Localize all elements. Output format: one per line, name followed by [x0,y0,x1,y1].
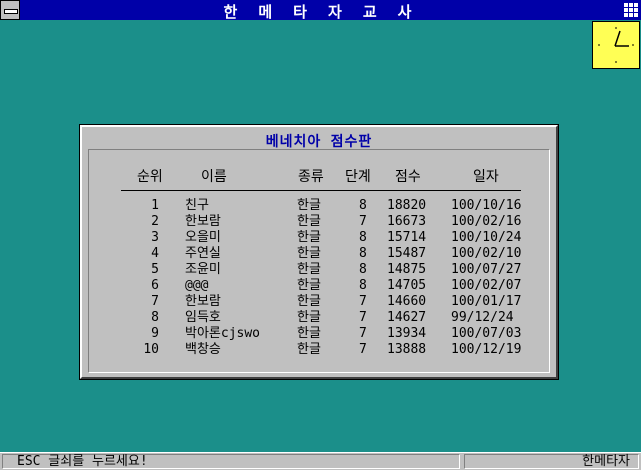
cell-score: 18820 [387,198,427,213]
cell-kind: 한글 [297,214,321,229]
dialog-title: 베네치아 점수판 [265,134,373,150]
header-rank: 순위 [137,169,163,185]
cell-date: 100/12/19 [451,342,522,357]
cell-date: 99/12/24 [451,310,514,325]
cell-kind: 한글 [297,310,321,325]
cell-kind: 한글 [297,262,321,277]
cell-score: 15487 [387,246,427,261]
cell-date: 100/10/24 [451,230,522,245]
status-bar: ESC 글쇠를 누르세요! 한메타자 [0,452,641,470]
cell-name: 한보람 [185,294,221,309]
cell-score: 14627 [387,310,427,325]
cell-score: 13934 [387,326,427,341]
cell-name: 조윤미 [185,262,221,277]
table-row: 1 친구 한글 8 18820 100/10/16 [89,198,549,214]
cell-score: 16673 [387,214,427,229]
cell-score: 13888 [387,342,427,357]
header-score: 점수 [395,169,421,185]
cell-kind: 한글 [297,294,321,309]
cell-date: 100/07/03 [451,326,522,341]
cell-rank: 2 [151,214,159,229]
cell-kind: 한글 [297,230,321,245]
cell-date: 100/01/17 [451,294,522,309]
cell-level: 8 [359,262,367,277]
app-title: 한 메 타 자 교 사 [223,3,418,21]
cell-level: 8 [359,246,367,261]
title-bar: 한 메 타 자 교 사 [0,0,641,21]
table-row: 2 한보람 한글 7 16673 100/02/16 [89,214,549,230]
cell-rank: 7 [151,294,159,309]
cell-name: 친구 [185,198,209,213]
cell-score: 15714 [387,230,427,245]
table-row: 9 박아론cjswo 한글 7 13934 100/07/03 [89,326,549,342]
cell-date: 100/02/16 [451,214,522,229]
cell-rank: 1 [151,198,159,213]
cell-level: 8 [359,230,367,245]
cell-kind: 한글 [297,198,321,213]
cell-level: 7 [359,294,367,309]
cell-rank: 9 [151,326,159,341]
table-row: 6 @@@ 한글 8 14705 100/02/07 [89,278,549,294]
cell-date: 100/10/16 [451,198,522,213]
table-row: 3 오을미 한글 8 15714 100/10/24 [89,230,549,246]
cell-name: 박아론cjswo [185,326,261,341]
cell-rank: 8 [151,310,159,325]
header-level: 단계 [345,169,371,185]
cell-date: 100/02/07 [451,278,522,293]
cell-score: 14660 [387,294,427,309]
header-name: 이름 [201,169,227,185]
cell-level: 7 [359,342,367,357]
cell-rank: 3 [151,230,159,245]
grid-menu-icon[interactable] [624,3,638,17]
cell-date: 100/07/27 [451,262,522,277]
header-divider [121,190,521,191]
status-app-name: 한메타자 [464,454,639,469]
scoreboard-dialog: 베네치아 점수판 순위 이름 종류 단계 점수 일자 1 친구 한글 8 18820 10… [79,124,559,380]
table-row: 7 한보람 한글 7 14660 100/01/17 [89,294,549,310]
cell-name: 백창승 [185,342,221,357]
header-kind: 종류 [298,169,324,185]
table-row: 4 주연실 한글 8 15487 100/02/10 [89,246,549,262]
cell-rank: 5 [151,262,159,277]
cell-level: 7 [359,326,367,341]
cell-rank: 10 [143,342,159,357]
cell-name: 오을미 [185,230,221,245]
table-row: 8 임득호 한글 7 14627 99/12/24 [89,310,549,326]
cell-name: 한보람 [185,214,221,229]
cell-level: 8 [359,198,367,213]
cell-kind: 한글 [297,342,321,357]
cell-rank: 4 [151,246,159,261]
cell-score: 14875 [387,262,427,277]
cell-level: 7 [359,214,367,229]
table-row: 10 백창승 한글 7 13888 100/12/19 [89,342,549,358]
cell-date: 100/02/10 [451,246,522,261]
cell-level: 8 [359,278,367,293]
cell-kind: 한글 [297,326,321,341]
score-table: 순위 이름 종류 단계 점수 일자 1 친구 한글 8 18820 100/10/16 2 한… [88,149,550,373]
cell-level: 7 [359,310,367,325]
cell-score: 14705 [387,278,427,293]
cell-name: 주연실 [185,246,221,261]
cell-name: @@@ [185,278,209,293]
status-hint: ESC 글쇠를 누르세요! [2,454,460,469]
cell-kind: 한글 [297,278,321,293]
header-date: 일자 [473,169,499,185]
table-row: 5 조윤미 한글 8 14875 100/07/27 [89,262,549,278]
cell-kind: 한글 [297,246,321,261]
cell-name: 임득호 [185,310,221,325]
cell-rank: 6 [151,278,159,293]
clock-icon [592,21,640,69]
